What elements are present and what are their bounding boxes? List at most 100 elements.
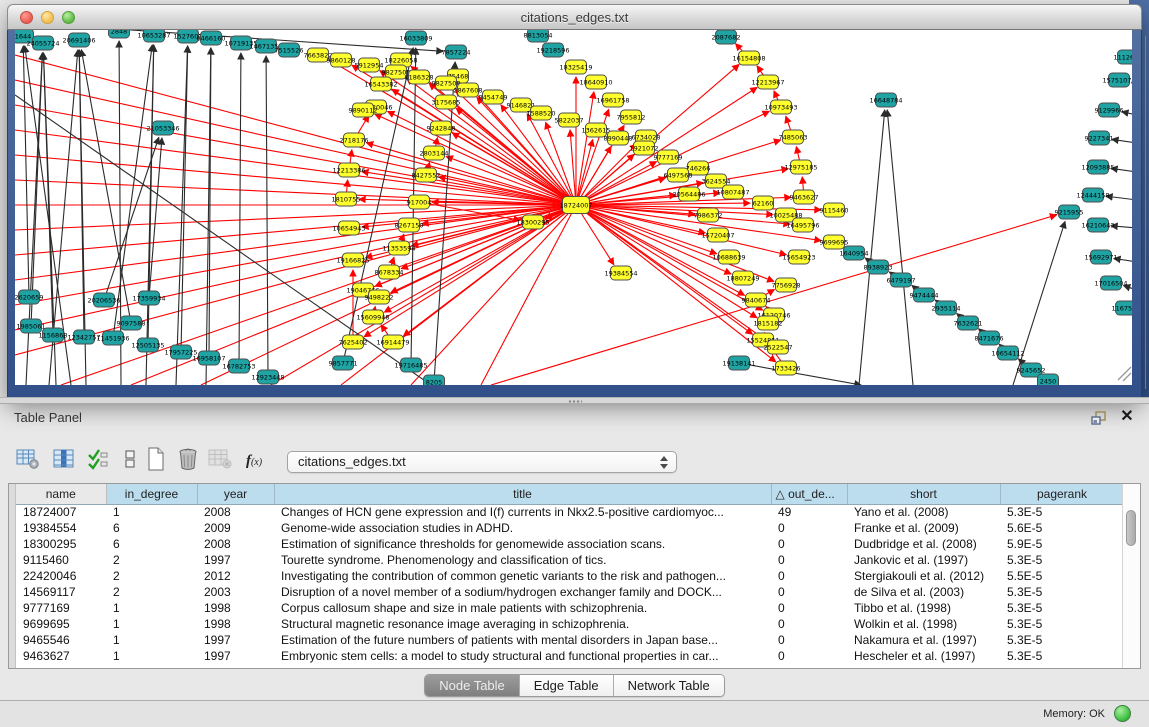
graph-node[interactable]: 19716485 [394,358,427,372]
table-row[interactable]: 1830029562008Estimation of significance … [16,536,1124,552]
graph-node[interactable]: 1112684 [1114,50,1132,64]
table-cell[interactable]: Embryonic stem cells: a model to study s… [274,648,771,664]
table-cell[interactable]: 2 [106,568,197,584]
graph-node[interactable]: 7515526 [275,43,304,57]
graph-node[interactable]: 7485063 [779,130,808,144]
table-cell[interactable]: Hescheler et al. (1997) [847,648,1000,664]
graph-node[interactable]: 7857224 [442,45,471,59]
tab-network-table[interactable]: Network Table [614,675,724,696]
table-cell[interactable]: 5.9E-5 [1000,536,1124,552]
table-cell[interactable]: Dudbridge et al. (2008) [847,536,1000,552]
scrollbar-thumb[interactable] [1126,510,1136,546]
column-header-title[interactable]: title [274,484,771,504]
graph-node[interactable]: 1167533 [1112,301,1132,315]
tab-edge-table[interactable]: Edge Table [520,675,614,696]
graph-node[interactable]: 12505135 [131,338,164,352]
graph-node[interactable]: 10654112 [991,346,1024,360]
table-cell[interactable]: Estimation of significance thresholds fo… [274,536,771,552]
graph-node[interactable]: 19384554 [604,266,637,280]
table-cell[interactable]: Tibbo et al. (1998) [847,600,1000,616]
delete-column-button[interactable] [174,446,202,476]
graph-node[interactable]: 5822037 [555,113,584,127]
table-cell[interactable]: de Silva et al. (2003) [847,584,1000,600]
create-column-button[interactable] [142,446,170,476]
graph-node[interactable]: 2935114 [932,301,961,315]
table-cell[interactable]: 1 [106,616,197,632]
table-cell[interactable]: 1998 [197,600,274,616]
table-cell[interactable]: 2008 [197,536,274,552]
graph-node[interactable]: 9097588 [117,316,146,330]
table-cell[interactable]: 0 [771,536,847,552]
graph-node[interactable]: 18640910 [579,75,612,89]
graph-node[interactable]: 62160 [753,196,774,210]
table-row[interactable]: 1872400712008Changes of HCN gene express… [16,504,1124,520]
function-builder-button[interactable]: f(x) [240,446,268,476]
table-cell[interactable]: 9699695 [16,616,106,632]
table-cell[interactable]: 2009 [197,520,274,536]
column-header-name[interactable]: name [16,484,106,504]
graph-node[interactable]: 6497568 [664,168,693,182]
table-cell[interactable]: Stergiakouli et al. (2012) [847,568,1000,584]
graph-node[interactable]: 8990448 [604,131,633,145]
table-cell[interactable]: 5.3E-5 [1000,552,1124,568]
table-cell[interactable]: 9115460 [16,552,106,568]
table-row[interactable]: 1938455462009Genome-wide association stu… [16,520,1124,536]
table-cell[interactable]: 1997 [197,648,274,664]
graph-node[interactable]: 16210643 [1081,218,1114,232]
row-height-button[interactable] [116,446,144,476]
graph-node[interactable]: 19138141 [722,356,755,370]
graph-node[interactable]: 9857771 [329,356,358,370]
canvas-resize-grip-icon[interactable] [1118,367,1131,381]
graph-node[interactable]: 12093885 [1081,160,1114,174]
graph-node[interactable]: 19218596 [536,43,569,57]
show-columns-button[interactable] [50,446,78,476]
graph-node[interactable]: 8205 [424,375,445,385]
table-cell[interactable]: 18300295 [16,536,106,552]
table-selector-dropdown[interactable]: citations_edges.txt [287,451,677,473]
table-mode-button[interactable] [14,446,42,476]
graph-node[interactable]: 5912954 [355,58,384,72]
graph-node[interactable]: 11353594 [382,241,415,255]
graph-node[interactable]: 9699695 [820,235,849,249]
table-cell[interactable]: 9465546 [16,632,106,648]
graph-node[interactable]: 12213967 [751,75,784,89]
table-cell[interactable]: 19384554 [16,520,106,536]
table-cell[interactable]: 1998 [197,616,274,632]
graph-node[interactable]: 8938923 [864,260,893,274]
graph-node[interactable]: 2803144 [420,146,449,160]
graph-node[interactable]: 9498222 [365,290,394,304]
table-cell[interactable]: 1997 [197,632,274,648]
table-cell[interactable]: 2003 [197,584,274,600]
graph-node[interactable]: 1640954 [840,246,869,260]
table-cell[interactable]: 0 [771,600,847,616]
table-cell[interactable]: Yano et al. (2008) [847,504,1000,520]
graph-node[interactable]: 7632621 [954,316,983,330]
graph-node[interactable]: 6479197 [887,273,916,287]
table-cell[interactable]: Corpus callosum shape and size in male p… [274,600,771,616]
close-panel-icon[interactable]: ✕ [1119,408,1135,426]
table-cell[interactable]: Estimation of the future numbers of pati… [274,632,771,648]
table-cell[interactable]: Franke et al. (2009) [847,520,1000,536]
graph-node[interactable]: 20206536 [87,293,120,307]
graph-node[interactable]: 15720407 [701,228,734,242]
table-cell[interactable]: 0 [771,616,847,632]
graph-node[interactable]: 16154808 [732,51,765,65]
table-row[interactable]: 911546021997Tourette syndrome. Phenomeno… [16,552,1124,568]
graph-node[interactable]: 9463627 [790,190,819,204]
graph-node[interactable]: 15751074 [1102,73,1132,87]
graph-node[interactable]: 11451936 [96,331,129,345]
graph-node[interactable]: 12444158 [1076,188,1109,202]
network-canvas[interactable]: 1644240557242069140628481065328715276026… [15,30,1132,385]
select-columns-button[interactable] [84,446,112,476]
graph-node[interactable]: 9474444 [910,288,939,302]
table-cell[interactable]: 1 [106,632,197,648]
table-cell[interactable]: 0 [771,552,847,568]
graph-node[interactable]: 17016504 [1094,276,1127,290]
table-cell[interactable]: 0 [771,568,847,584]
table-cell[interactable]: 0 [771,632,847,648]
table-cell[interactable]: Changes of HCN gene expression and I(f) … [274,504,771,520]
graph-node[interactable]: 1156868 [39,328,68,342]
table-cell[interactable]: 1997 [197,552,274,568]
table-cell[interactable]: 18724007 [16,504,106,520]
graph-node[interactable]: 917004 [407,195,432,209]
